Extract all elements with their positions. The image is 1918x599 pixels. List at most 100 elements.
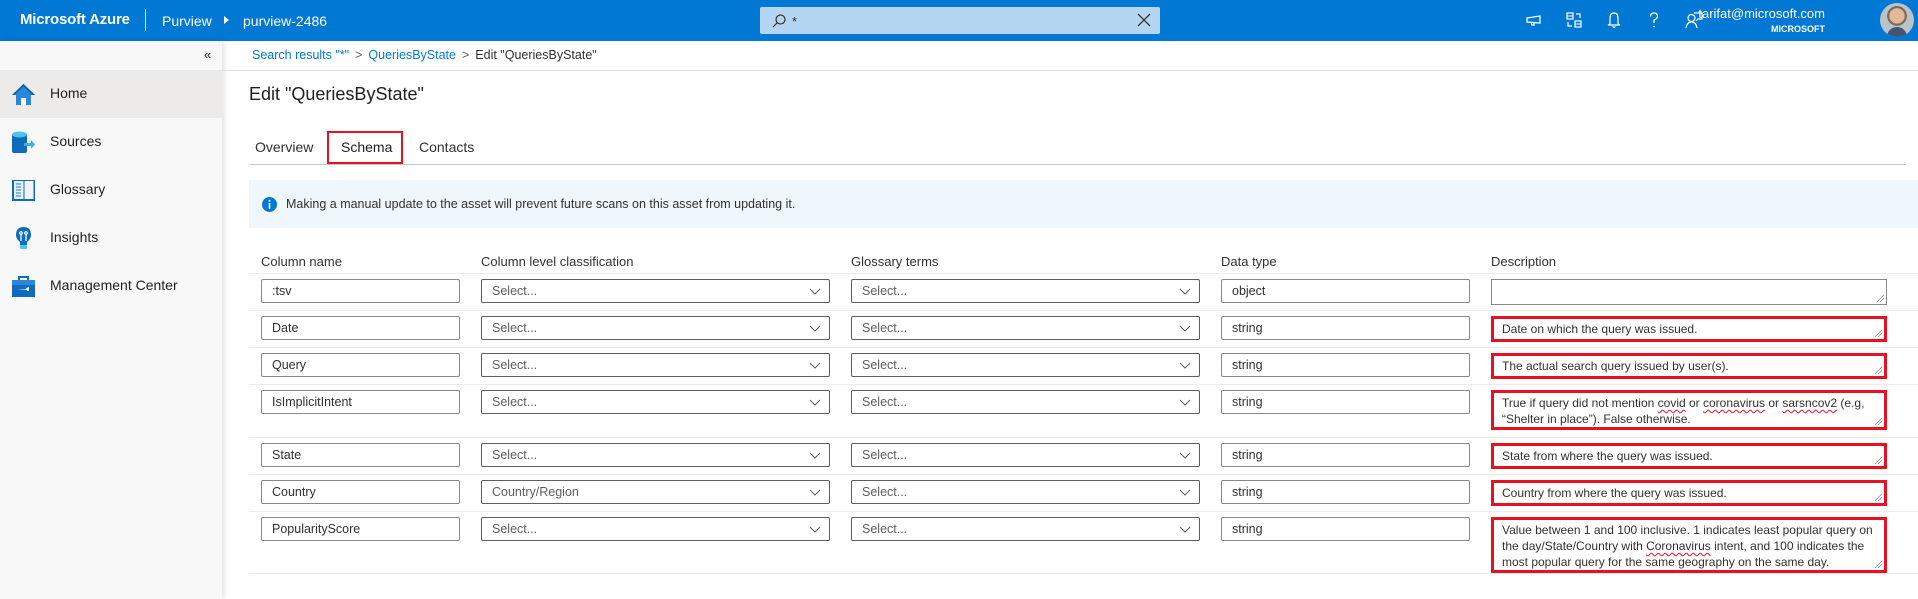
sidebar-item-home[interactable]: Home [0, 70, 222, 118]
data-type-input[interactable]: object [1221, 279, 1470, 303]
chevron-down-icon [1179, 288, 1191, 295]
description-textarea[interactable] [1491, 279, 1887, 305]
description-textarea[interactable]: Value between 1 and 100 inclusive. 1 ind… [1491, 517, 1887, 573]
glossary-terms-dropdown[interactable]: Select... [851, 279, 1200, 303]
glossary-terms-dropdown[interactable]: Select... [851, 480, 1200, 504]
glossary-terms-dropdown[interactable]: Select... [851, 353, 1200, 377]
insights-icon [16, 227, 31, 249]
close-icon[interactable] [1136, 12, 1152, 28]
classification-dropdown[interactable]: Select... [481, 353, 830, 377]
divider [145, 9, 146, 31]
description-text: The actual search query issued by user(s… [1502, 359, 1729, 373]
resource-name[interactable]: purview-2486 [243, 13, 327, 29]
description-textarea[interactable]: State from where the query was issued. [1491, 443, 1887, 469]
user-email[interactable]: tarifat@microsoft.com [1698, 6, 1825, 21]
search-icon [772, 14, 786, 28]
dropdown-value: Select... [492, 522, 538, 536]
column-name-input[interactable]: Date [261, 316, 460, 340]
brand-name[interactable]: Microsoft Azure [20, 11, 130, 28]
column-name-input[interactable]: PopularityScore [261, 517, 460, 541]
description-text: Country from where the query was issued. [1502, 486, 1727, 500]
tab-overview[interactable]: Overview [255, 131, 313, 164]
directory-switch-icon[interactable] [1564, 10, 1584, 30]
classification-dropdown[interactable]: Select... [481, 517, 830, 541]
help-icon[interactable] [1644, 10, 1664, 30]
resize-handle-icon[interactable] [1875, 418, 1882, 425]
description-text: Date on which the query was issued. [1502, 322, 1698, 336]
column-header-description: Description [1491, 254, 1557, 269]
dropdown-value: Select... [862, 448, 908, 462]
breadcrumb-search-results[interactable]: Search results "*" [252, 48, 349, 62]
tab-contacts[interactable]: Contacts [419, 131, 474, 164]
column-name-input[interactable]: IsImplicitIntent [261, 390, 460, 414]
top-bar: Microsoft Azure Purview purview-2486 tar… [0, 0, 1918, 41]
tab-schema[interactable]: Schema [327, 131, 403, 164]
dropdown-value: Select... [492, 395, 538, 409]
glossary-terms-dropdown[interactable]: Select... [851, 316, 1200, 340]
data-type-input[interactable]: string [1221, 390, 1470, 414]
column-name-input[interactable]: State [261, 443, 460, 467]
classification-dropdown[interactable]: Select... [481, 316, 830, 340]
column-name-input[interactable]: Country [261, 480, 460, 504]
data-type-input[interactable]: string [1221, 443, 1470, 467]
resize-handle-icon[interactable] [1875, 457, 1882, 464]
resize-handle-icon[interactable] [1877, 295, 1884, 302]
classification-dropdown[interactable]: Select... [481, 279, 830, 303]
column-name-input[interactable]: Query [261, 353, 460, 377]
classification-dropdown[interactable]: Select... [481, 443, 830, 467]
glossary-terms-dropdown[interactable]: Select... [851, 517, 1200, 541]
breadcrumb-asset[interactable]: QueriesByState [368, 48, 456, 62]
info-icon [262, 197, 277, 212]
glossary-terms-dropdown[interactable]: Select... [851, 443, 1200, 467]
description-textarea[interactable]: Date on which the query was issued. [1491, 316, 1887, 342]
data-type-input[interactable]: string [1221, 517, 1470, 541]
data-type-input[interactable]: string [1221, 480, 1470, 504]
avatar[interactable] [1880, 3, 1914, 37]
resize-handle-icon[interactable] [1875, 561, 1882, 568]
misspelled-word: Coronavirus [1646, 539, 1711, 553]
resize-handle-icon[interactable] [1875, 330, 1882, 337]
chevron-down-icon [809, 399, 821, 406]
dropdown-value: Select... [862, 522, 908, 536]
chevron-down-icon [809, 489, 821, 496]
glossary-terms-dropdown[interactable]: Select... [851, 390, 1200, 414]
caret-right-icon [224, 16, 229, 24]
search-input[interactable] [792, 11, 1122, 31]
global-search[interactable] [760, 7, 1160, 34]
misspelled-word: coronavirus [1703, 396, 1766, 410]
dropdown-value: Select... [862, 321, 908, 335]
dropdown-value: Select... [492, 358, 538, 372]
sidebar-item-sources[interactable]: Sources [0, 118, 222, 166]
resize-handle-icon[interactable] [1875, 367, 1882, 374]
text-fragment: True if query did not mention [1502, 396, 1658, 410]
column-header-classification: Column level classification [481, 254, 634, 269]
column-header-name: Column name [261, 254, 342, 269]
description-textarea[interactable]: The actual search query issued by user(s… [1491, 353, 1887, 379]
text-fragment: or [1765, 396, 1783, 410]
misspelled-word: sarsncov2 [1782, 396, 1838, 410]
feedback-icon[interactable] [1524, 10, 1544, 30]
resize-handle-icon[interactable] [1875, 494, 1882, 501]
breadcrumb: Search results "*" > QueriesByState > Edit "… [252, 48, 597, 62]
description-textarea[interactable]: True if query did not mention covid or c… [1491, 390, 1887, 430]
chevron-down-icon [1179, 452, 1191, 459]
description-textarea[interactable]: Country from where the query was issued. [1491, 480, 1887, 506]
service-link[interactable]: Purview [162, 13, 212, 29]
chevron-down-icon [1179, 489, 1191, 496]
data-type-input[interactable]: string [1221, 316, 1470, 340]
classification-dropdown[interactable]: Country/Region [481, 480, 830, 504]
sidebar-item-insights[interactable]: Insights [0, 214, 222, 262]
collapse-sidebar-button[interactable]: « [204, 47, 211, 62]
column-name-input[interactable]: :tsv [261, 279, 460, 303]
sidebar-item-management-center[interactable]: Management Center [0, 262, 222, 310]
sidebar-item-glossary[interactable]: Glossary [0, 166, 222, 214]
dropdown-value: Select... [492, 321, 538, 335]
chevron-down-icon [809, 362, 821, 369]
column-header-data-type: Data type [1221, 254, 1277, 269]
row-divider [249, 310, 1918, 311]
notifications-icon[interactable] [1604, 10, 1624, 30]
column-header-glossary: Glossary terms [851, 254, 939, 269]
data-type-input[interactable]: string [1221, 353, 1470, 377]
misspelled-word: covid [1657, 396, 1686, 410]
classification-dropdown[interactable]: Select... [481, 390, 830, 414]
